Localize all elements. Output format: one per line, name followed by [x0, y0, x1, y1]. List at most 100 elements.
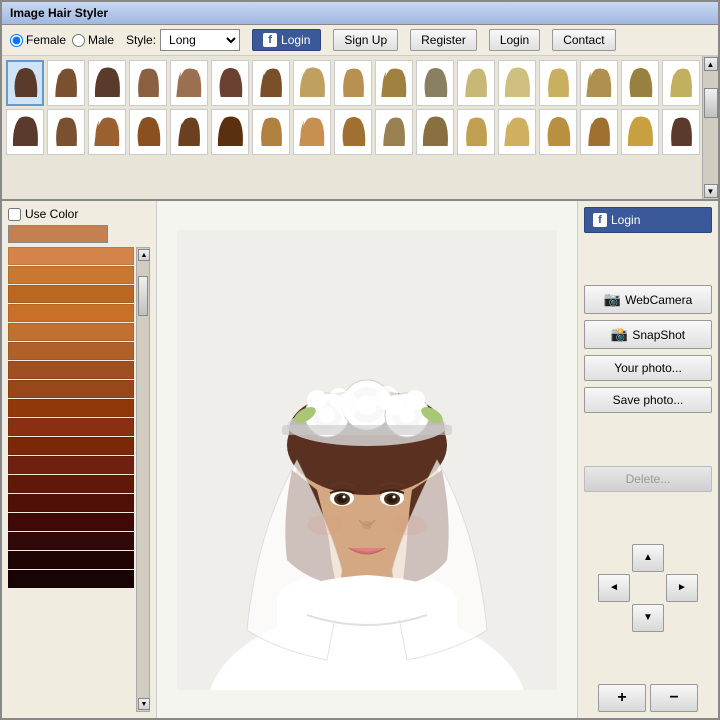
hair-item[interactable]	[293, 109, 331, 155]
hair-item[interactable]	[6, 109, 44, 155]
fb-large-icon: f	[593, 213, 607, 227]
color-swatch[interactable]	[8, 380, 134, 398]
your-photo-button[interactable]: Your photo...	[584, 355, 712, 381]
color-scroll-down[interactable]: ▼	[138, 698, 150, 710]
hair-item[interactable]	[498, 60, 536, 106]
hair-item[interactable]	[662, 109, 700, 155]
hair-item[interactable]	[211, 60, 249, 106]
hair-item[interactable]	[293, 60, 331, 106]
snapshot-button[interactable]: 📸 SnapShot	[584, 320, 712, 349]
female-radio-label[interactable]: Female	[10, 33, 66, 47]
nav-empty-bl	[598, 604, 630, 632]
color-scroll-thumb[interactable]	[138, 276, 148, 316]
right-panel: f Login 📷 WebCamera 📸 SnapShot Your phot…	[578, 201, 718, 718]
zoom-in-button[interactable]: +	[598, 684, 646, 712]
color-swatch[interactable]	[8, 475, 134, 493]
color-swatch[interactable]	[8, 551, 134, 569]
hair-item[interactable]	[621, 60, 659, 106]
color-swatch[interactable]	[8, 304, 134, 322]
scroll-down-arrow[interactable]: ▼	[704, 184, 718, 198]
hair-item[interactable]	[47, 109, 85, 155]
webcamera-button[interactable]: 📷 WebCamera	[584, 285, 712, 314]
hair-item[interactable]	[129, 60, 167, 106]
fb-login-button[interactable]: f Login	[252, 29, 321, 51]
hair-item[interactable]	[416, 109, 454, 155]
hair-style-icon	[583, 112, 615, 152]
color-swatch[interactable]	[8, 570, 134, 588]
hair-item[interactable]	[375, 109, 413, 155]
nav-up-button[interactable]: ▲	[632, 544, 664, 572]
color-swatch[interactable]	[8, 266, 134, 284]
color-swatch[interactable]	[8, 323, 134, 341]
hair-item[interactable]	[47, 60, 85, 106]
color-swatch[interactable]	[8, 399, 134, 417]
hair-item[interactable]	[6, 60, 44, 106]
login-button[interactable]: Login	[489, 29, 540, 51]
color-swatch[interactable]	[8, 247, 134, 265]
color-swatch[interactable]	[8, 513, 134, 531]
hair-item[interactable]	[334, 109, 372, 155]
portrait-svg	[177, 230, 557, 690]
hair-item[interactable]	[662, 60, 700, 106]
hair-item[interactable]	[252, 109, 290, 155]
fb-login-large-button[interactable]: f Login	[584, 207, 712, 233]
color-swatch[interactable]	[8, 361, 134, 379]
hair-item[interactable]	[375, 60, 413, 106]
hair-item[interactable]	[170, 60, 208, 106]
hair-item[interactable]	[539, 60, 577, 106]
hair-style-icon	[665, 63, 697, 103]
register-button[interactable]: Register	[410, 29, 477, 51]
hair-style-icon	[9, 112, 41, 152]
color-swatch[interactable]	[8, 285, 134, 303]
nav-down-button[interactable]: ▼	[632, 604, 664, 632]
male-radio[interactable]	[72, 34, 85, 47]
male-radio-label[interactable]: Male	[72, 33, 114, 47]
hair-item[interactable]	[129, 109, 167, 155]
style-select[interactable]: Long Short Medium	[160, 29, 240, 51]
save-photo-label: Save photo...	[613, 393, 684, 407]
hair-style-icon	[378, 63, 410, 103]
nav-right-button[interactable]: ►	[666, 574, 698, 602]
fb-large-label: Login	[611, 213, 640, 227]
save-photo-button[interactable]: Save photo...	[584, 387, 712, 413]
nav-empty-tr	[666, 544, 698, 572]
color-swatch[interactable]	[8, 437, 134, 455]
hair-item[interactable]	[457, 60, 495, 106]
use-color-checkbox[interactable]	[8, 208, 21, 221]
hair-item[interactable]	[580, 109, 618, 155]
hair-style-icon	[132, 63, 164, 103]
hair-style-icon	[419, 112, 451, 152]
hair-item[interactable]	[252, 60, 290, 106]
hair-item[interactable]	[580, 60, 618, 106]
color-swatch[interactable]	[8, 342, 134, 360]
hair-item[interactable]	[211, 109, 249, 155]
hair-item[interactable]	[621, 109, 659, 155]
zoom-out-icon: −	[669, 689, 678, 707]
webcamera-label: WebCamera	[625, 293, 692, 307]
nav-left-button[interactable]: ◄	[598, 574, 630, 602]
signup-button[interactable]: Sign Up	[333, 29, 398, 51]
hair-item[interactable]	[498, 109, 536, 155]
color-swatch[interactable]	[8, 532, 134, 550]
contact-button[interactable]: Contact	[552, 29, 615, 51]
color-swatch[interactable]	[8, 418, 134, 436]
fb-icon: f	[263, 33, 277, 47]
hair-item[interactable]	[88, 60, 126, 106]
zoom-out-button[interactable]: −	[650, 684, 698, 712]
hair-item[interactable]	[170, 109, 208, 155]
color-swatch[interactable]	[8, 494, 134, 512]
hair-item[interactable]	[88, 109, 126, 155]
hair-item[interactable]	[539, 109, 577, 155]
female-radio[interactable]	[10, 34, 23, 47]
scroll-thumb[interactable]	[704, 88, 718, 118]
hair-style-icon	[9, 63, 41, 103]
scroll-up-arrow[interactable]: ▲	[704, 57, 718, 71]
hair-item[interactable]	[334, 60, 372, 106]
register-label: Register	[421, 33, 466, 47]
hair-item[interactable]	[457, 109, 495, 155]
hair-item[interactable]	[416, 60, 454, 106]
color-preview[interactable]	[8, 225, 108, 243]
color-scroll-up[interactable]: ▲	[138, 249, 150, 261]
color-swatch[interactable]	[8, 456, 134, 474]
hair-style-icon	[50, 63, 82, 103]
